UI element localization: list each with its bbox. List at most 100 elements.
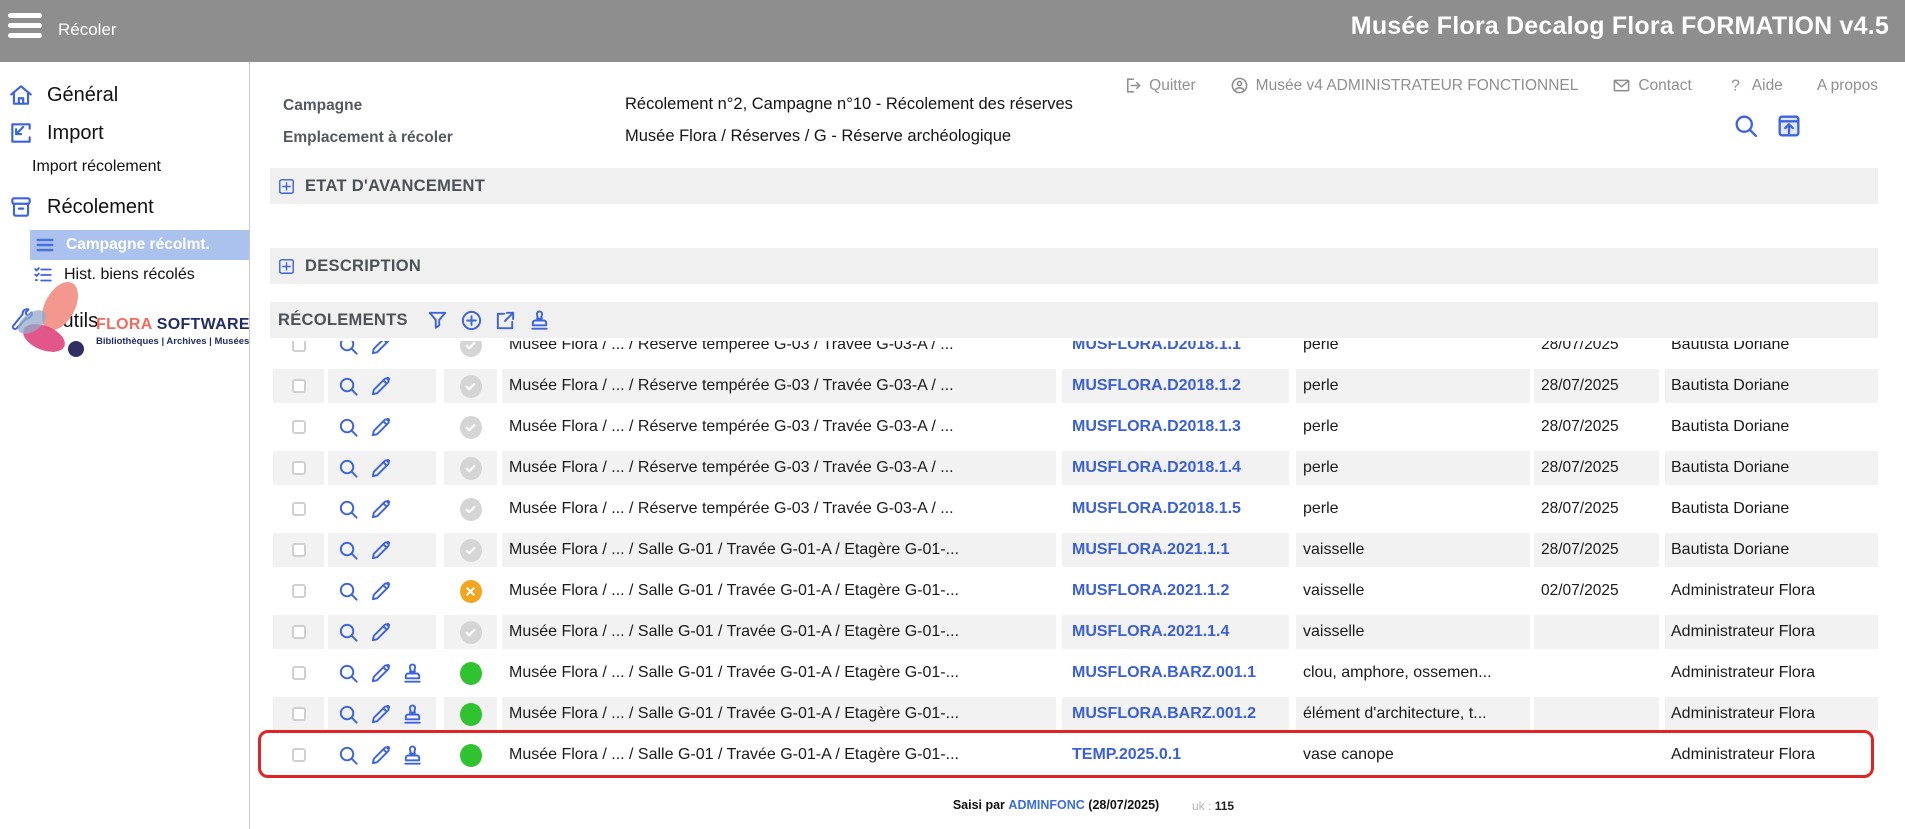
- search-icon[interactable]: [337, 498, 360, 521]
- search-icon[interactable]: [337, 744, 360, 767]
- edit-pencil-icon[interactable]: [369, 457, 392, 480]
- table-row: Musée Flora / ... / Salle G-01 / Travée …: [0, 615, 1905, 649]
- search-icon[interactable]: [337, 703, 360, 726]
- row-object-designation: vaisselle: [1296, 615, 1530, 649]
- inventory-number-link[interactable]: MUSFLORA.D2018.1.4: [1072, 459, 1241, 477]
- row-checkbox[interactable]: [292, 707, 306, 721]
- search-icon[interactable]: [337, 375, 360, 398]
- entered-by-user-link[interactable]: ADMINFONC: [1008, 798, 1084, 812]
- edit-pencil-icon[interactable]: [369, 416, 392, 439]
- row-checkbox[interactable]: [292, 379, 306, 393]
- stamp-icon[interactable]: [528, 309, 551, 332]
- sidebar-item-general[interactable]: Général: [0, 76, 249, 114]
- search-icon[interactable]: [337, 457, 360, 480]
- edit-pencil-icon[interactable]: [369, 580, 392, 603]
- edit-pencil-icon[interactable]: [369, 744, 392, 767]
- status-valide-green-icon: [460, 662, 482, 685]
- row-checkbox[interactable]: [292, 625, 306, 639]
- inventory-number-link[interactable]: MUSFLORA.2021.1.2: [1072, 582, 1229, 600]
- table-cell: [444, 533, 497, 567]
- search-icon[interactable]: [337, 341, 360, 357]
- header-link-a-propos[interactable]: A propos: [1817, 77, 1878, 95]
- table-cell: MUSFLORA.D2018.1.5: [1062, 492, 1289, 526]
- search-icon[interactable]: [337, 539, 360, 562]
- edit-pencil-icon[interactable]: [369, 375, 392, 398]
- table-cell: MUSFLORA.2021.1.2: [1062, 574, 1289, 608]
- row-agent: Administrateur Flora: [1665, 738, 1878, 772]
- stamp-icon[interactable]: [401, 744, 424, 767]
- status-recole-gray-icon: [460, 416, 482, 439]
- header-link-aide[interactable]: ?Aide: [1726, 76, 1783, 95]
- filter-icon[interactable]: [426, 309, 449, 332]
- row-checkbox[interactable]: [292, 502, 306, 516]
- table-cell: [328, 697, 436, 731]
- table-cell: MUSFLORA.D2018.1.1: [1062, 341, 1289, 362]
- menu-lines-icon: [34, 234, 56, 256]
- edit-pencil-icon[interactable]: [369, 703, 392, 726]
- inventory-number-link[interactable]: MUSFLORA.D2018.1.2: [1072, 377, 1241, 395]
- row-checkbox[interactable]: [292, 341, 306, 352]
- header-link-label: A propos: [1817, 77, 1878, 95]
- edit-pencil-icon[interactable]: [369, 662, 392, 685]
- inventory-number-link[interactable]: TEMP.2025.0.1: [1072, 746, 1181, 764]
- edit-pencil-icon[interactable]: [369, 621, 392, 644]
- row-date: [1534, 697, 1659, 731]
- search-icon[interactable]: [337, 662, 360, 685]
- sidebar-item-label: Import: [47, 122, 104, 145]
- table-cell: MUSFLORA.D2018.1.2: [1062, 369, 1289, 403]
- row-agent: Bautista Doriane: [1665, 451, 1878, 485]
- sidebar-item-import-recolement[interactable]: Import récolement: [0, 152, 249, 182]
- table-cell: [273, 492, 324, 526]
- logo-brand-secondary: SOFTWARE: [152, 316, 250, 333]
- table-cell: [273, 738, 324, 772]
- archive-box-icon: [8, 194, 34, 220]
- table-cell: [444, 410, 497, 444]
- row-checkbox[interactable]: [292, 543, 306, 557]
- row-date: 28/07/2025: [1534, 451, 1659, 485]
- header-link-musee-v4-administrateur-fonctionnel[interactable]: Musée v4 ADMINISTRATEUR FONCTIONNEL: [1230, 76, 1579, 95]
- inventory-number-link[interactable]: MUSFLORA.BARZ.001.2: [1072, 705, 1256, 723]
- hamburger-menu-icon[interactable]: [8, 13, 42, 41]
- status-valide-green-icon: [460, 703, 482, 726]
- search-icon[interactable]: [337, 621, 360, 644]
- row-checkbox[interactable]: [292, 666, 306, 680]
- row-checkbox[interactable]: [292, 420, 306, 434]
- stamp-icon[interactable]: [401, 662, 424, 685]
- row-location: Musée Flora / ... / Réserve tempérée G-0…: [502, 410, 1056, 444]
- expand-plus-icon[interactable]: [278, 258, 295, 275]
- inventory-number-link[interactable]: MUSFLORA.D2018.1.1: [1072, 341, 1241, 354]
- inventory-number-link[interactable]: MUSFLORA.D2018.1.5: [1072, 500, 1241, 518]
- table-cell: [444, 697, 497, 731]
- status-recole-gray-icon: [460, 375, 482, 398]
- inventory-number-link[interactable]: MUSFLORA.2021.1.1: [1072, 541, 1229, 559]
- search-icon[interactable]: [1732, 112, 1760, 140]
- sidebar-item-campagne-recolmt[interactable]: Campagne récolmt.: [30, 230, 249, 260]
- sidebar-item-recolement[interactable]: Récolement: [0, 188, 249, 226]
- campaign-label: Campagne: [283, 97, 362, 115]
- search-icon[interactable]: [337, 416, 360, 439]
- table-cell: [444, 615, 497, 649]
- row-checkbox[interactable]: [292, 584, 306, 598]
- quick-actions: [1732, 112, 1803, 140]
- stamp-icon[interactable]: [401, 703, 424, 726]
- add-circle-icon[interactable]: [460, 309, 483, 332]
- inventory-number-link[interactable]: MUSFLORA.D2018.1.3: [1072, 418, 1241, 436]
- row-object-designation: perle: [1296, 341, 1530, 362]
- sidebar-item-label: Récolement: [47, 196, 154, 219]
- expand-plus-icon[interactable]: [278, 178, 295, 195]
- inventory-number-link[interactable]: MUSFLORA.2021.1.4: [1072, 623, 1229, 641]
- header-link-contact[interactable]: Contact: [1612, 76, 1691, 95]
- open-window-icon[interactable]: [1775, 112, 1803, 140]
- header-link-label: Aide: [1752, 77, 1783, 95]
- inventory-number-link[interactable]: MUSFLORA.BARZ.001.1: [1072, 664, 1256, 682]
- external-link-icon[interactable]: [494, 309, 517, 332]
- row-checkbox[interactable]: [292, 461, 306, 475]
- edit-pencil-icon[interactable]: [369, 341, 392, 357]
- table-cell: [444, 656, 497, 690]
- header-link-quitter[interactable]: Quitter: [1123, 76, 1196, 95]
- edit-pencil-icon[interactable]: [369, 498, 392, 521]
- sidebar-item-import[interactable]: Import: [0, 114, 249, 152]
- search-icon[interactable]: [337, 580, 360, 603]
- edit-pencil-icon[interactable]: [369, 539, 392, 562]
- row-checkbox[interactable]: [292, 748, 306, 762]
